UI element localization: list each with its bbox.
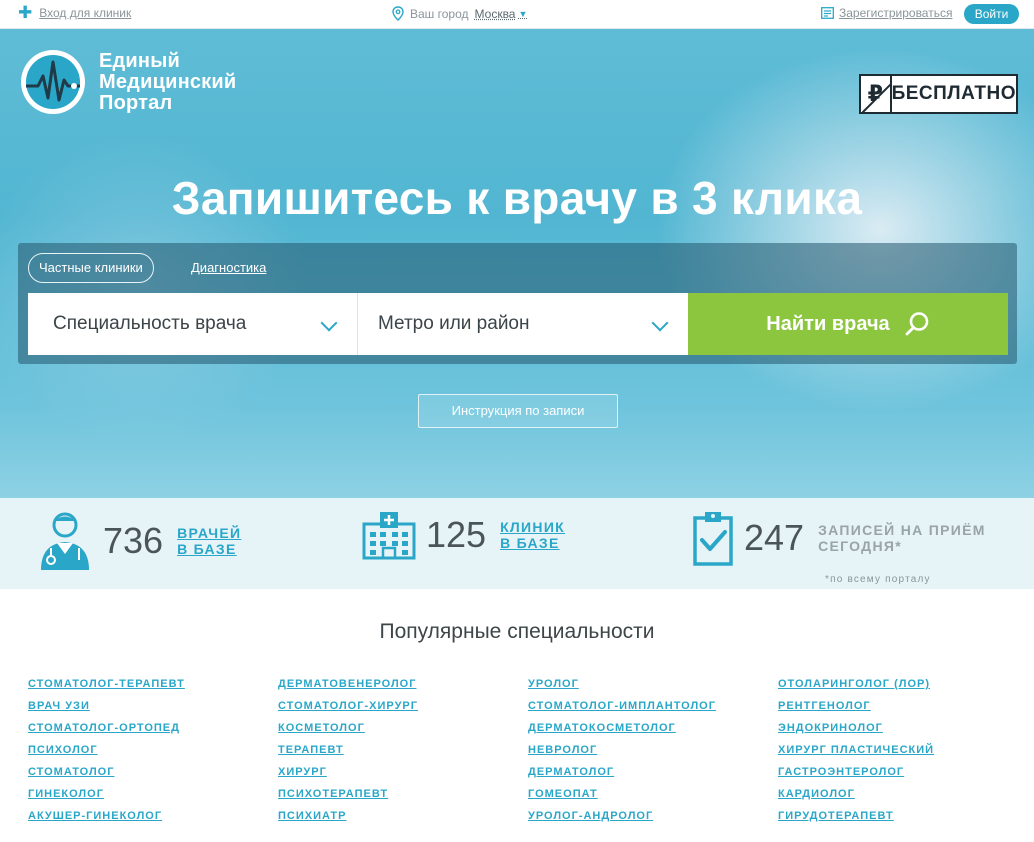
stat-clinics-value: 125 (426, 514, 487, 555)
plus-icon: ✚ (18, 3, 33, 22)
logo-line-1: Единый (99, 49, 180, 72)
specialty-select[interactable]: Специальность врача (28, 293, 358, 355)
specialty-link[interactable]: Кардиолог (778, 788, 934, 810)
specialty-link[interactable]: Врач УЗИ (28, 700, 185, 722)
specialty-link[interactable]: Психиатр (278, 810, 418, 832)
specialty-link[interactable]: Стоматолог (28, 766, 185, 788)
specialty-link[interactable]: Стоматолог-имплантолог (528, 700, 716, 722)
specialty-link[interactable]: Уролог (528, 678, 716, 700)
search-panel: Частные клиники Диагностика Специальност… (18, 243, 1017, 364)
hero-headline: Запишитесь к врачу в 3 клика (171, 172, 863, 224)
find-doctor-label[interactable]: Найти врача (766, 313, 889, 336)
city-selector[interactable]: Ваш город Москва ▼ (392, 6, 527, 21)
stat-doctors-label-2[interactable]: в базе (177, 541, 237, 557)
site-logo[interactable]: Единый Медицинский Портал (19, 48, 236, 116)
stat-appointments-value: 247 (744, 517, 805, 558)
specialty-link[interactable]: Гирудотерапевт (778, 810, 934, 832)
specialty-link[interactable]: Рентгенолог (778, 700, 934, 722)
stat-doctors-value: 736 (103, 520, 164, 561)
specialty-link[interactable]: Гастроэнтеролог (778, 766, 934, 788)
logo-line-3: Портал (99, 91, 173, 114)
specialty-link[interactable]: Дерматокосметолог (528, 722, 716, 744)
logo-line-2: Медицинский (99, 70, 237, 93)
stats-strip: 736 врачей в базе 125 клиник в базе (0, 498, 1034, 589)
clipboard-check-icon (693, 512, 733, 566)
stat-clinics: 125 клиник в базе (362, 510, 565, 560)
specialty-link[interactable]: Гомеопат (528, 788, 716, 810)
hospital-icon (362, 512, 416, 560)
heartbeat-logo-icon (21, 50, 85, 114)
login-button[interactable]: Войти (964, 4, 1019, 24)
city-name[interactable]: Москва (475, 7, 516, 21)
ruble-crossed-icon: ₽ (861, 76, 892, 112)
stat-clinics-label-1[interactable]: клиник (500, 519, 565, 535)
chevron-down-icon[interactable]: ▼ (518, 9, 527, 19)
stat-clinics-label[interactable]: клиник в базе (500, 519, 565, 551)
stat-doctors-label-1[interactable]: врачей (177, 525, 241, 541)
stats-footnote: *по всему порталу (825, 574, 931, 585)
register-label[interactable]: Зарегистрироваться (839, 6, 952, 20)
chevron-down-icon[interactable] (651, 314, 669, 332)
find-doctor-button[interactable]: Найти врача (688, 293, 1008, 355)
specialty-link[interactable]: Стоматолог-хирург (278, 700, 418, 722)
register-link[interactable]: Зарегистрироваться (821, 6, 952, 20)
instructions-button[interactable]: Инструкция по записи (418, 394, 618, 428)
specialty-link[interactable]: Хирург пластический (778, 744, 934, 766)
specialty-link[interactable]: Психотерапевт (278, 788, 418, 810)
specialty-link[interactable]: Косметолог (278, 722, 418, 744)
location-pin-icon (392, 6, 404, 21)
popular-specialties-title: Популярные специальности (379, 620, 655, 643)
specialty-link[interactable]: Уролог-андролог (528, 810, 716, 832)
clinic-login-label[interactable]: Вход для клиник (39, 6, 131, 20)
specialties-column-3: Уролог Стоматолог-имплантолог Дерматокос… (528, 678, 716, 832)
specialty-link[interactable]: Акушер-гинеколог (28, 810, 185, 832)
stat-appointments-label-2: сегодня* (818, 538, 902, 554)
register-form-icon (821, 7, 834, 19)
specialty-link[interactable]: Стоматолог-терапевт (28, 678, 185, 700)
tab-diagnostics[interactable]: Диагностика (191, 260, 266, 275)
specialty-link[interactable]: Дерматовенеролог (278, 678, 418, 700)
specialties-column-2: Дерматовенеролог Стоматолог-хирург Косме… (278, 678, 418, 832)
chevron-down-icon[interactable] (320, 314, 338, 332)
tab-private-clinics[interactable]: Частные клиники (28, 253, 154, 283)
specialty-link[interactable]: Дерматолог (528, 766, 716, 788)
specialties-column-4: Отоларинголог (ЛОР) Рентгенолог Эндокрин… (778, 678, 934, 832)
free-badge-text: БЕСПЛАТНО (891, 83, 1016, 104)
metro-select[interactable]: Метро или район (358, 293, 688, 355)
clinic-login-link[interactable]: ✚ Вход для клиник (18, 3, 131, 22)
specialty-link[interactable]: Гинеколог (28, 788, 185, 810)
stat-appointments-label: записей на приём сегодня* (818, 522, 986, 554)
specialty-link[interactable]: Отоларинголог (ЛОР) (778, 678, 934, 700)
specialties-column-1: Стоматолог-терапевт Врач УЗИ Стоматолог-… (28, 678, 185, 832)
stat-doctors-label[interactable]: врачей в базе (177, 525, 241, 557)
specialty-link[interactable]: Психолог (28, 744, 185, 766)
specialty-link[interactable]: Невролог (528, 744, 716, 766)
specialty-link[interactable]: Эндокринолог (778, 722, 934, 744)
doctor-icon (41, 512, 89, 570)
city-value[interactable]: Москва ▼ (475, 7, 528, 21)
stat-clinics-label-2[interactable]: в базе (500, 535, 560, 551)
specialty-link[interactable]: Стоматолог-ортопед (28, 722, 185, 744)
specialty-placeholder: Специальность врача (53, 313, 247, 334)
search-icon[interactable] (904, 311, 930, 337)
specialty-link[interactable]: Терапевт (278, 744, 418, 766)
free-badge: ₽ БЕСПЛАТНО (859, 74, 1018, 114)
hero-section: Единый Медицинский Портал ₽ БЕСПЛАТНО За… (0, 29, 1034, 498)
top-bar: ✚ Вход для клиник Ваш город Москва ▼ Зар… (0, 0, 1034, 29)
metro-placeholder: Метро или район (378, 313, 530, 334)
logo-text: Единый Медицинский Портал (99, 49, 237, 114)
stat-appointments: 247 записей на приём сегодня* (692, 510, 986, 566)
city-label: Ваш город (410, 6, 469, 21)
stat-appointments-label-1: записей на приём (818, 522, 986, 538)
specialty-link[interactable]: Хирург (278, 766, 418, 788)
stat-doctors: 736 врачей в базе (37, 510, 241, 572)
